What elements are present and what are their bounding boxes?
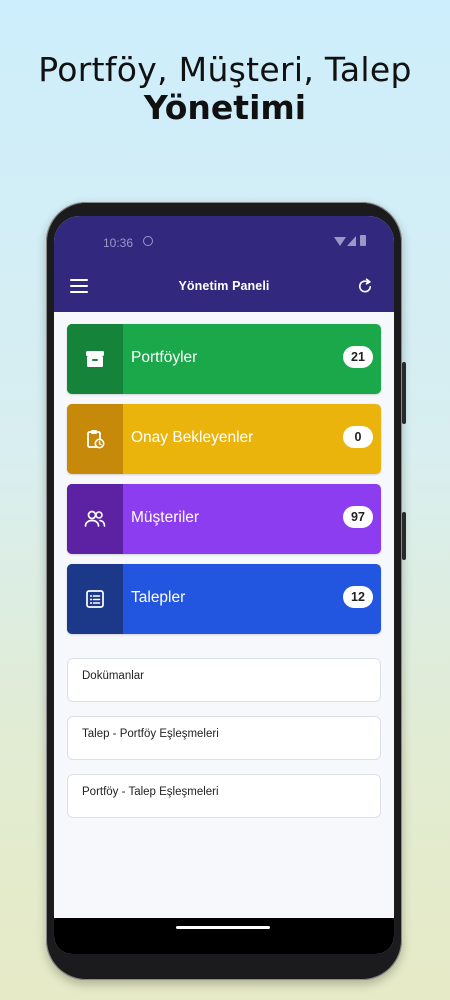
talep-portfoy-eslesmeleri-item[interactable]: Talep - Portföy Eşleşmeleri	[67, 716, 381, 760]
dokumanlar-item[interactable]: Dokümanlar	[67, 658, 381, 702]
portfoy-talep-eslesmeleri-item[interactable]: Portföy - Talep Eşleşmeleri	[67, 774, 381, 818]
battery-icon	[360, 235, 366, 246]
archive-box-icon	[67, 324, 123, 394]
count-badge: 21	[343, 346, 373, 368]
list-item-label: Portföy - Talep Eşleşmeleri	[82, 786, 219, 798]
phone-side-button	[402, 512, 406, 560]
card-label: Talepler	[131, 589, 186, 606]
list-item-label: Talep - Portföy Eşleşmeleri	[82, 728, 219, 740]
promo-title-line1: Portföy, Müşteri, Talep	[38, 50, 412, 89]
portfoyler-card[interactable]: Portföyler 21	[67, 324, 381, 394]
system-navigation-bar	[54, 918, 394, 954]
app-bar-title: Yönetim Paneli	[178, 279, 270, 293]
status-time: 10:36	[103, 236, 134, 250]
phone-frame: 10:36 Yönetim Paneli Portföyler 21 Onay …	[46, 202, 406, 980]
count-badge: 97	[343, 506, 373, 528]
card-label: Müşteriler	[131, 509, 200, 526]
app-screen: 10:36 Yönetim Paneli Portföyler 21 Onay …	[54, 216, 394, 954]
count-badge: 12	[343, 586, 373, 608]
app-bar: 10:36 Yönetim Paneli	[54, 216, 394, 312]
talepler-card[interactable]: Talepler 12	[67, 564, 381, 634]
home-gesture-handle[interactable]	[176, 926, 270, 929]
users-icon	[67, 484, 123, 554]
card-label: Onay Bekleyenler	[131, 429, 254, 446]
clipboard-clock-icon	[67, 404, 123, 474]
list-icon	[67, 564, 123, 634]
wifi-icon	[334, 237, 346, 246]
musteriler-card[interactable]: Müşteriler 97	[67, 484, 381, 554]
promo-title-line2: Yönetimi	[143, 88, 307, 127]
status-notification-icon	[143, 236, 153, 246]
list-item-label: Dokümanlar	[82, 670, 144, 682]
refresh-icon[interactable]	[356, 277, 374, 295]
onay-bekleyenler-card[interactable]: Onay Bekleyenler 0	[67, 404, 381, 474]
phone-side-button	[402, 362, 406, 424]
card-label: Portföyler	[131, 349, 198, 366]
count-badge: 0	[343, 426, 373, 448]
signal-icon	[347, 236, 356, 246]
